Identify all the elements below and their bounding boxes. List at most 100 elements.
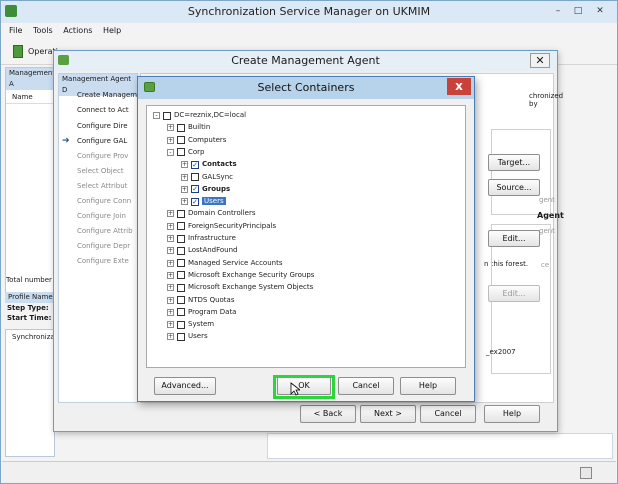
container-checkbox[interactable] xyxy=(177,246,185,255)
expand-icon[interactable]: + xyxy=(167,296,174,304)
tree-node[interactable]: + NTDS Quotas xyxy=(167,295,234,306)
maximize-button[interactable]: □ xyxy=(569,4,587,18)
tree-node[interactable]: + Domain Controllers xyxy=(167,208,255,219)
expand-icon[interactable]: + xyxy=(167,210,174,218)
select-containers-close-button[interactable]: x xyxy=(447,78,471,95)
container-label[interactable]: DC=reznix,DC=local xyxy=(174,111,246,119)
tree-node[interactable]: - Corp xyxy=(167,147,205,158)
container-label[interactable]: Corp xyxy=(188,148,205,156)
tree-node[interactable]: + ✓ Groups xyxy=(181,184,230,195)
expand-icon[interactable]: + xyxy=(167,136,174,144)
container-checkbox[interactable] xyxy=(177,209,185,218)
select-cancel-button[interactable]: Cancel xyxy=(338,377,394,395)
expand-icon[interactable]: + xyxy=(181,198,188,206)
cma-cancel-button[interactable]: Cancel xyxy=(420,405,476,423)
edit-button-1[interactable]: Edit... xyxy=(488,230,540,247)
tree-node[interactable]: + ✓ Contacts xyxy=(181,159,237,170)
expand-icon[interactable]: + xyxy=(167,124,174,132)
container-label[interactable]: Computers xyxy=(188,136,226,144)
target-button[interactable]: Target... xyxy=(488,154,540,171)
container-checkbox[interactable] xyxy=(177,222,185,231)
container-label[interactable]: Groups xyxy=(202,185,230,193)
expand-icon[interactable]: + xyxy=(167,284,174,292)
cma-close-button[interactable]: ✕ xyxy=(530,53,550,68)
container-label[interactable]: Infrastructure xyxy=(188,234,236,242)
container-checkbox[interactable] xyxy=(177,283,185,292)
container-label[interactable]: Microsoft Exchange Security Groups xyxy=(188,271,314,279)
wizard-step-configure-gal[interactable]: Configure GAL xyxy=(77,137,127,145)
cma-help-button[interactable]: Help xyxy=(484,405,540,423)
container-label[interactable]: Users xyxy=(202,197,226,206)
expand-icon[interactable]: + xyxy=(167,222,174,230)
back-button[interactable]: < Back xyxy=(300,405,356,423)
container-checkbox[interactable] xyxy=(177,234,185,243)
container-label[interactable]: Program Data xyxy=(188,308,236,316)
container-checkbox[interactable]: ✓ xyxy=(191,160,199,169)
expand-icon[interactable]: + xyxy=(167,259,174,267)
close-button[interactable]: ✕ xyxy=(591,4,609,18)
container-checkbox[interactable] xyxy=(177,259,185,268)
tree-node[interactable]: + Users xyxy=(167,331,208,342)
container-checkbox[interactable] xyxy=(177,320,185,329)
container-checkbox[interactable] xyxy=(163,111,171,120)
next-button[interactable]: Next > xyxy=(360,405,416,423)
tree-node[interactable]: + GALSync xyxy=(181,172,233,183)
container-label[interactable]: GALSync xyxy=(202,173,233,181)
container-label[interactable]: Users xyxy=(188,332,208,340)
expand-icon[interactable]: + xyxy=(167,271,174,279)
expand-icon[interactable]: + xyxy=(167,308,174,316)
tree-node[interactable]: + ✓ Users xyxy=(181,196,226,207)
container-checkbox[interactable] xyxy=(177,271,185,280)
container-label[interactable]: Domain Controllers xyxy=(188,209,255,217)
expand-icon[interactable]: + xyxy=(167,321,174,329)
expand-icon[interactable]: + xyxy=(167,333,174,341)
container-checkbox[interactable] xyxy=(177,332,185,341)
advanced-button[interactable]: Advanced... xyxy=(154,377,216,395)
expand-icon[interactable]: + xyxy=(181,173,188,181)
select-help-button[interactable]: Help xyxy=(400,377,456,395)
collapse-icon[interactable]: - xyxy=(167,148,174,156)
container-label[interactable]: LostAndFound xyxy=(188,246,238,254)
wizard-step-connect[interactable]: Connect to Act xyxy=(77,106,129,114)
step-list-item[interactable]: Synchronizatio xyxy=(6,330,64,341)
tree-node[interactable]: + Computers xyxy=(167,135,226,146)
container-checkbox[interactable]: ✓ xyxy=(191,197,199,206)
tree-node[interactable]: + Infrastructure xyxy=(167,233,236,244)
name-column-header[interactable]: Name xyxy=(6,90,54,104)
container-checkbox[interactable] xyxy=(177,148,185,157)
container-checkbox[interactable]: ✓ xyxy=(191,185,199,194)
menu-actions[interactable]: Actions xyxy=(63,23,92,39)
container-label[interactable]: Microsoft Exchange System Objects xyxy=(188,283,313,291)
container-label[interactable]: Builtin xyxy=(188,123,210,131)
container-label[interactable]: Contacts xyxy=(202,160,237,168)
tree-node[interactable]: + Microsoft Exchange System Objects xyxy=(167,282,313,293)
menu-file[interactable]: File xyxy=(9,23,22,39)
expand-icon[interactable]: + xyxy=(181,185,188,193)
container-checkbox[interactable] xyxy=(177,123,185,132)
container-label[interactable]: System xyxy=(188,320,214,328)
tree-node[interactable]: + LostAndFound xyxy=(167,245,238,256)
tree-node[interactable]: + Program Data xyxy=(167,307,236,318)
container-checkbox[interactable] xyxy=(177,308,185,317)
tree-node[interactable]: + Builtin xyxy=(167,122,210,133)
source-button[interactable]: Source... xyxy=(488,179,540,196)
expand-icon[interactable]: + xyxy=(181,161,188,169)
container-checkbox[interactable] xyxy=(177,296,185,304)
wizard-step-create[interactable]: Create Managem xyxy=(77,91,137,99)
container-label[interactable]: ForeignSecurityPrincipals xyxy=(188,222,276,230)
tree-node[interactable]: + ForeignSecurityPrincipals xyxy=(167,221,276,232)
container-checkbox[interactable] xyxy=(191,173,199,181)
minimize-button[interactable]: – xyxy=(549,4,567,18)
menu-help[interactable]: Help xyxy=(103,23,121,39)
expand-icon[interactable]: + xyxy=(167,235,174,242)
tree-node[interactable]: + System xyxy=(167,319,214,330)
tree-node[interactable]: + Microsoft Exchange Security Groups xyxy=(167,270,314,281)
container-label[interactable]: Managed Service Accounts xyxy=(188,259,282,267)
menu-tools[interactable]: Tools xyxy=(33,23,53,39)
tree-node[interactable]: + Managed Service Accounts xyxy=(167,258,282,269)
collapse-icon[interactable]: - xyxy=(153,112,160,119)
expand-icon[interactable]: + xyxy=(167,247,174,255)
container-checkbox[interactable] xyxy=(177,136,185,145)
container-label[interactable]: NTDS Quotas xyxy=(188,296,234,304)
wizard-step-configure-directory[interactable]: Configure Dire xyxy=(77,122,128,130)
